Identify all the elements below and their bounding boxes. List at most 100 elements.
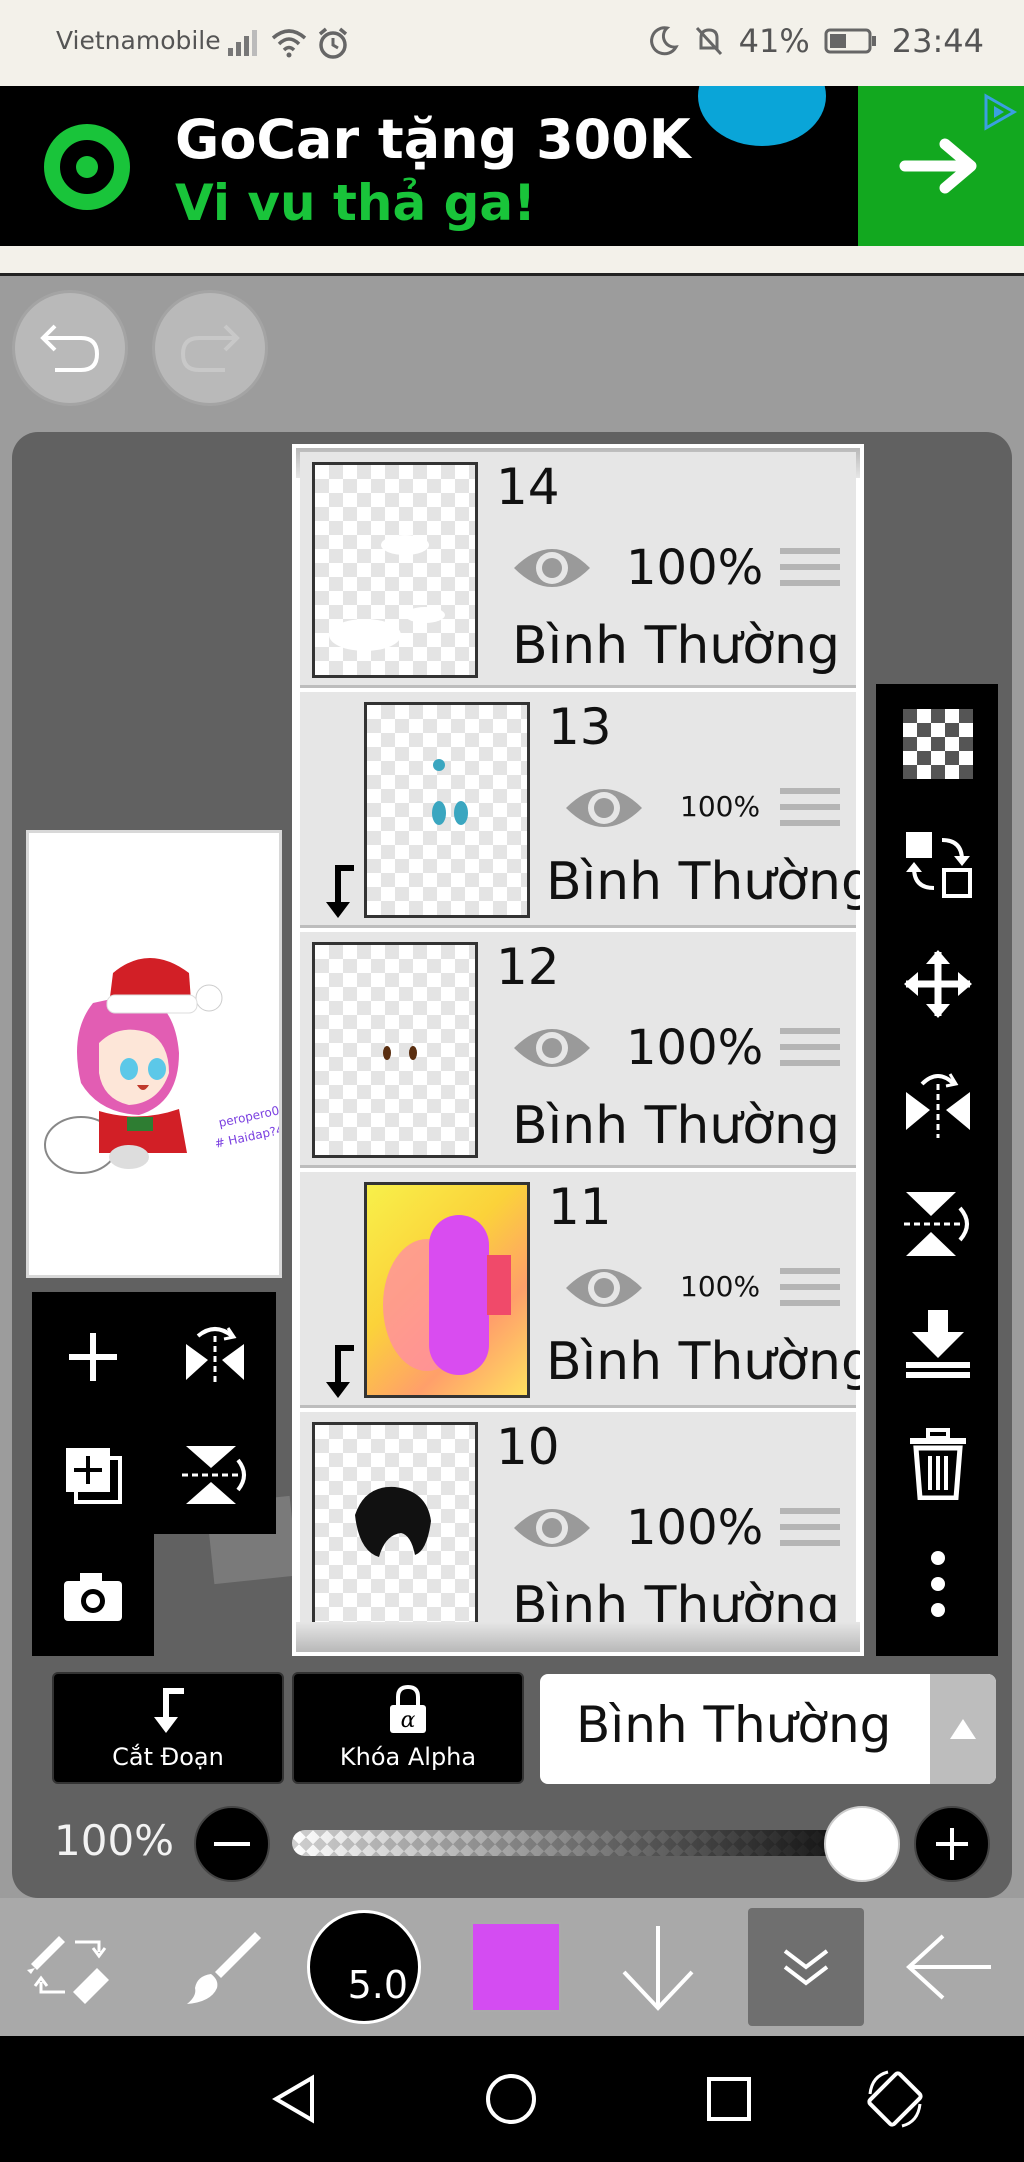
eye-icon[interactable]: [510, 1500, 594, 1556]
clock: 23:44: [891, 22, 984, 60]
nav-back-button[interactable]: [262, 2066, 328, 2132]
rotate-icon: [867, 2070, 923, 2128]
eye-icon[interactable]: [510, 1020, 594, 1076]
layer-number: 12: [496, 938, 560, 996]
layer-thumbnail: [364, 702, 530, 918]
brush-size-value: 5.0: [347, 1963, 408, 2007]
brush-eraser-switch-button[interactable]: [10, 1898, 130, 2036]
duplicate-icon: [66, 1448, 122, 1504]
flip-vertical-icon: [904, 1192, 969, 1256]
plus-icon: [936, 1828, 968, 1860]
move-layer-button[interactable]: [902, 948, 974, 1020]
layer-opacity: 100%: [680, 1270, 761, 1303]
layer-row-10[interactable]: 10 100% Bình Thường: [300, 1412, 856, 1648]
layer-blend-mode: Bình Thường: [546, 1332, 864, 1392]
drag-handle-icon[interactable]: [780, 548, 840, 598]
nav-recents-button[interactable]: [696, 2066, 762, 2132]
current-color-swatch: [471, 1922, 561, 2012]
flip-horizontal-button[interactable]: [902, 1068, 974, 1140]
ad-separator: [0, 246, 1024, 276]
merge-down-icon: [906, 1310, 970, 1378]
layer-row-13[interactable]: 13 100% Bình Thường: [300, 692, 860, 928]
flip-horizontal-icon: [186, 1327, 244, 1386]
layer-row-12[interactable]: 12 100% Bình Thường: [300, 932, 856, 1168]
clipping-label: Cắt Đoạn: [112, 1743, 224, 1771]
opacity-slider-knob[interactable]: [824, 1806, 900, 1882]
layers-list[interactable]: 14 100% Bình Thường 13 100% Bình Thường …: [292, 444, 864, 1656]
layer-row-11[interactable]: 11 100% Bình Thường: [300, 1172, 860, 1408]
merge-down-button[interactable]: [902, 1308, 974, 1380]
minus-icon: [214, 1842, 250, 1846]
add-layer-button[interactable]: [48, 1312, 138, 1402]
opacity-decrease-button[interactable]: [194, 1806, 270, 1882]
wifi-icon: [271, 29, 307, 58]
swap-layer-button[interactable]: [902, 828, 974, 900]
transparent-fill-button[interactable]: [902, 708, 974, 780]
adchoices-icon[interactable]: [980, 92, 1018, 132]
plus-icon: [69, 1333, 117, 1381]
layer-row-14[interactable]: 14 100% Bình Thường: [300, 452, 856, 688]
status-bar: Vietnamobile 41% 23:44: [0, 0, 1024, 86]
alpha-lock-label: Khóa Alpha: [339, 1743, 477, 1771]
ad-headline: GoCar tặng 300K: [175, 108, 691, 171]
brush-tool-button[interactable]: [160, 1898, 280, 2036]
delete-layer-button[interactable]: [902, 1428, 974, 1500]
flip-layer-vertical-button[interactable]: [170, 1430, 260, 1520]
opacity-slider-track[interactable]: [292, 1830, 892, 1856]
flip-horizontal-icon: [906, 1073, 970, 1138]
eye-icon[interactable]: [510, 540, 594, 596]
nav-home-icon: [486, 2074, 536, 2124]
color-picker-button[interactable]: [456, 1898, 576, 2036]
eye-icon[interactable]: [562, 780, 646, 836]
layer-thumbnail: [312, 1422, 478, 1638]
flip-vertical-icon: [182, 1446, 246, 1504]
clipping-arrow-icon: [326, 865, 354, 918]
blend-mode-select[interactable]: Bình Thường: [540, 1674, 996, 1784]
camera-import-button[interactable]: [48, 1552, 138, 1642]
signal-icon: [228, 30, 257, 56]
flip-vertical-button[interactable]: [902, 1188, 974, 1260]
camera-icon: [64, 1573, 122, 1621]
arrow-down-icon: [622, 1926, 694, 2011]
eye-icon[interactable]: [562, 1260, 646, 1316]
opacity-increase-button[interactable]: [914, 1806, 990, 1882]
mute-bell-icon: [695, 26, 722, 56]
drag-handle-icon[interactable]: [780, 1268, 840, 1318]
collapse-panel-button[interactable]: [748, 1908, 864, 2026]
redo-button[interactable]: [152, 290, 268, 406]
blend-mode-dropdown-toggle[interactable]: [930, 1674, 996, 1784]
canvas-preview[interactable]: peropero03 # Haidap?47: [26, 830, 292, 1278]
more-options-button[interactable]: [902, 1548, 974, 1620]
nav-home-button[interactable]: [478, 2066, 544, 2132]
opacity-value-label: 100%: [54, 1816, 175, 1865]
layer-down-button[interactable]: [598, 1898, 718, 2036]
swap-icon: [906, 832, 972, 898]
drag-handle-icon[interactable]: [780, 1508, 840, 1558]
ad-subline: Vi vu thả ga!: [175, 174, 536, 232]
layer-blend-mode: Bình Thường: [546, 852, 864, 912]
layer-opacity: 100%: [680, 790, 761, 823]
battery-percent: 41%: [738, 22, 810, 60]
clip-arrow-icon: [154, 1688, 184, 1733]
brush-size-button[interactable]: 5.0: [304, 1898, 424, 2036]
layer-blend-mode: Bình Thường: [512, 616, 841, 676]
flip-layer-horizontal-button[interactable]: [170, 1312, 260, 1402]
undo-button[interactable]: [12, 290, 128, 406]
alpha-lock-button[interactable]: α Khóa Alpha: [292, 1672, 524, 1784]
ad-banner[interactable]: GoCar tặng 300K Vi vu thả ga!: [0, 86, 1024, 246]
moon-icon: [649, 26, 679, 56]
rotate-screen-button[interactable]: [862, 2066, 928, 2132]
brush-size-indicator: 5.0: [307, 1910, 421, 2024]
brush-eraser-swap-icon: [27, 1936, 109, 2004]
back-button[interactable]: [890, 1898, 1010, 2036]
clipping-button[interactable]: Cắt Đoạn: [52, 1672, 284, 1784]
duplicate-layer-button[interactable]: [48, 1430, 138, 1520]
lock-alpha-icon: α: [390, 1685, 426, 1733]
drag-handle-icon[interactable]: [780, 788, 840, 838]
layer-blend-mode: Bình Thường: [512, 1096, 841, 1156]
drag-handle-icon[interactable]: [780, 1028, 840, 1078]
svg-text:α: α: [401, 1708, 416, 1733]
move-icon: [904, 950, 972, 1018]
layer-number: 13: [548, 698, 612, 756]
arrow-right-icon: [899, 138, 977, 194]
